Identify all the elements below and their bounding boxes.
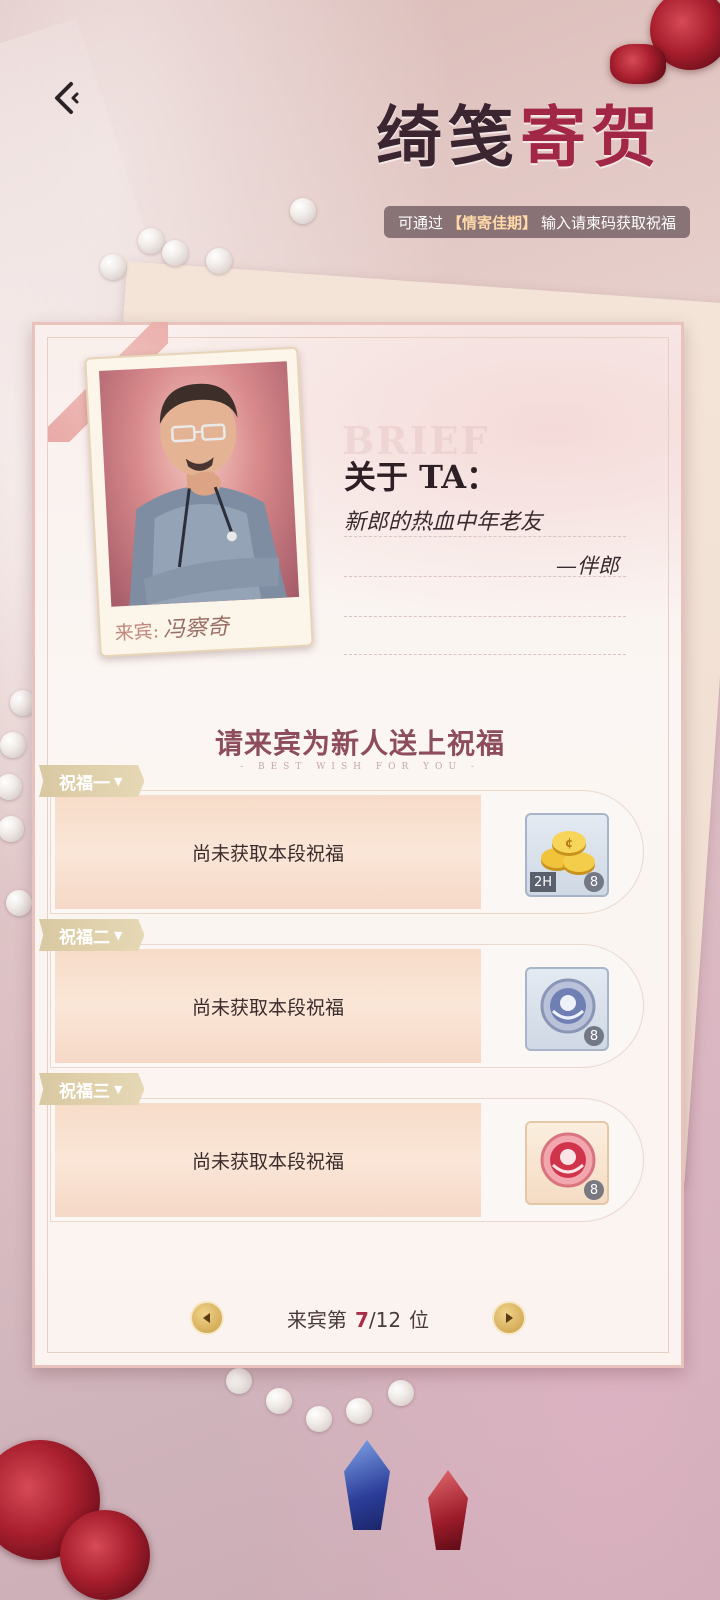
back-arrow-icon	[55, 82, 79, 114]
triangle-left-icon	[203, 1313, 210, 1323]
guest-caption-label: 来宾:	[114, 620, 160, 645]
about-divider	[344, 654, 626, 655]
red-gem-decoration	[428, 1470, 468, 1550]
pearl-decoration	[346, 1398, 372, 1424]
subtitle-banner: 可通过 【情寄佳期】 输入请柬码获取祝福	[383, 206, 690, 238]
pager-count: 7/12	[355, 1308, 401, 1332]
prev-guest-button[interactable]	[190, 1301, 224, 1335]
dropdown-triangle-icon: ▼	[114, 774, 123, 788]
pearl-decoration	[206, 248, 232, 274]
guest-caption: 来宾: 冯察奇	[114, 609, 230, 647]
pager-label: 来宾第 7/12 位	[287, 1304, 429, 1333]
dropdown-triangle-icon: ▼	[114, 928, 123, 942]
subtitle-highlight: 【情寄佳期】	[446, 213, 537, 232]
pearl-decoration	[306, 1406, 332, 1432]
rose-decoration	[60, 1510, 150, 1600]
about-text: 新郎的热血中年老友	[344, 510, 543, 535]
reward-item-1[interactable]: ¢ 2H 8	[525, 813, 609, 897]
pearl-decoration	[138, 228, 164, 254]
pearl-decoration	[226, 1368, 252, 1394]
pearl-decoration	[100, 254, 126, 280]
blessing-tag-2[interactable]: 祝福二 ▼	[39, 919, 145, 951]
blessing-tag-label: 祝福三	[59, 1081, 110, 1102]
about-divider	[344, 616, 626, 617]
reward-item-2[interactable]: 8	[525, 967, 609, 1051]
pager-prefix: 来宾第	[286, 1307, 347, 1332]
pearl-decoration	[388, 1380, 414, 1406]
pager-total: /12	[368, 1307, 402, 1332]
about-divider	[344, 576, 626, 577]
section-title: 请来宾为新人送上祝福	[214, 727, 505, 760]
svg-text:¢: ¢	[565, 836, 573, 850]
pearl-decoration	[290, 198, 316, 224]
blessing-row-3: 尚未获取本段祝福 祝福三 ▼ 8	[39, 1073, 644, 1222]
item-count: 8	[584, 872, 604, 892]
guest-photo-card: 来宾: 冯察奇	[84, 346, 314, 658]
blessing-row-2: 尚未获取本段祝福 祝福二 ▼ 8	[39, 919, 644, 1068]
blessing-tag-label: 祝福一	[59, 773, 110, 794]
blessing-status: 尚未获取本段祝福	[191, 1150, 344, 1173]
page-title: 绮笺寄贺	[376, 84, 664, 180]
pearl-decoration	[6, 890, 32, 916]
pager-current: 7	[354, 1307, 369, 1332]
pearl-decoration	[162, 240, 188, 266]
guest-name: 冯察奇	[162, 614, 230, 644]
blessing-tag-3[interactable]: 祝福三 ▼	[39, 1073, 145, 1105]
subtitle-post: 输入请柬码获取祝福	[540, 213, 676, 232]
blue-gem-decoration	[344, 1440, 390, 1530]
blessing-row-1: 尚未获取本段祝福 祝福一 ▼ ¢ 2H 8	[39, 765, 644, 914]
about-divider	[344, 536, 626, 537]
title-part-1: 绮笺	[376, 98, 520, 176]
dropdown-triangle-icon: ▼	[114, 1082, 123, 1096]
blessing-tag-1[interactable]: 祝福一 ▼	[39, 765, 145, 797]
duration-badge: 2H	[530, 872, 557, 892]
back-button[interactable]	[44, 76, 88, 120]
blessing-status: 尚未获取本段祝福	[191, 842, 344, 865]
item-count: 8	[584, 1180, 604, 1200]
rose-decoration	[610, 44, 666, 84]
blessing-status: 尚未获取本段祝福	[191, 996, 344, 1019]
guest-pager: 来宾第 7/12 位	[190, 1296, 526, 1340]
item-count: 8	[584, 1026, 604, 1046]
guest-portrait	[99, 361, 300, 607]
pager-suffix: 位	[409, 1307, 430, 1332]
subtitle-pre: 可通过	[397, 213, 443, 232]
reward-item-3[interactable]: 8	[525, 1121, 609, 1205]
next-guest-button[interactable]	[491, 1301, 526, 1335]
about-title: 关于 TA：	[344, 458, 499, 496]
pearl-decoration	[266, 1388, 292, 1414]
title-part-2: 寄贺	[520, 98, 664, 176]
blessing-tag-label: 祝福二	[59, 927, 110, 948]
triangle-right-icon	[505, 1313, 513, 1323]
